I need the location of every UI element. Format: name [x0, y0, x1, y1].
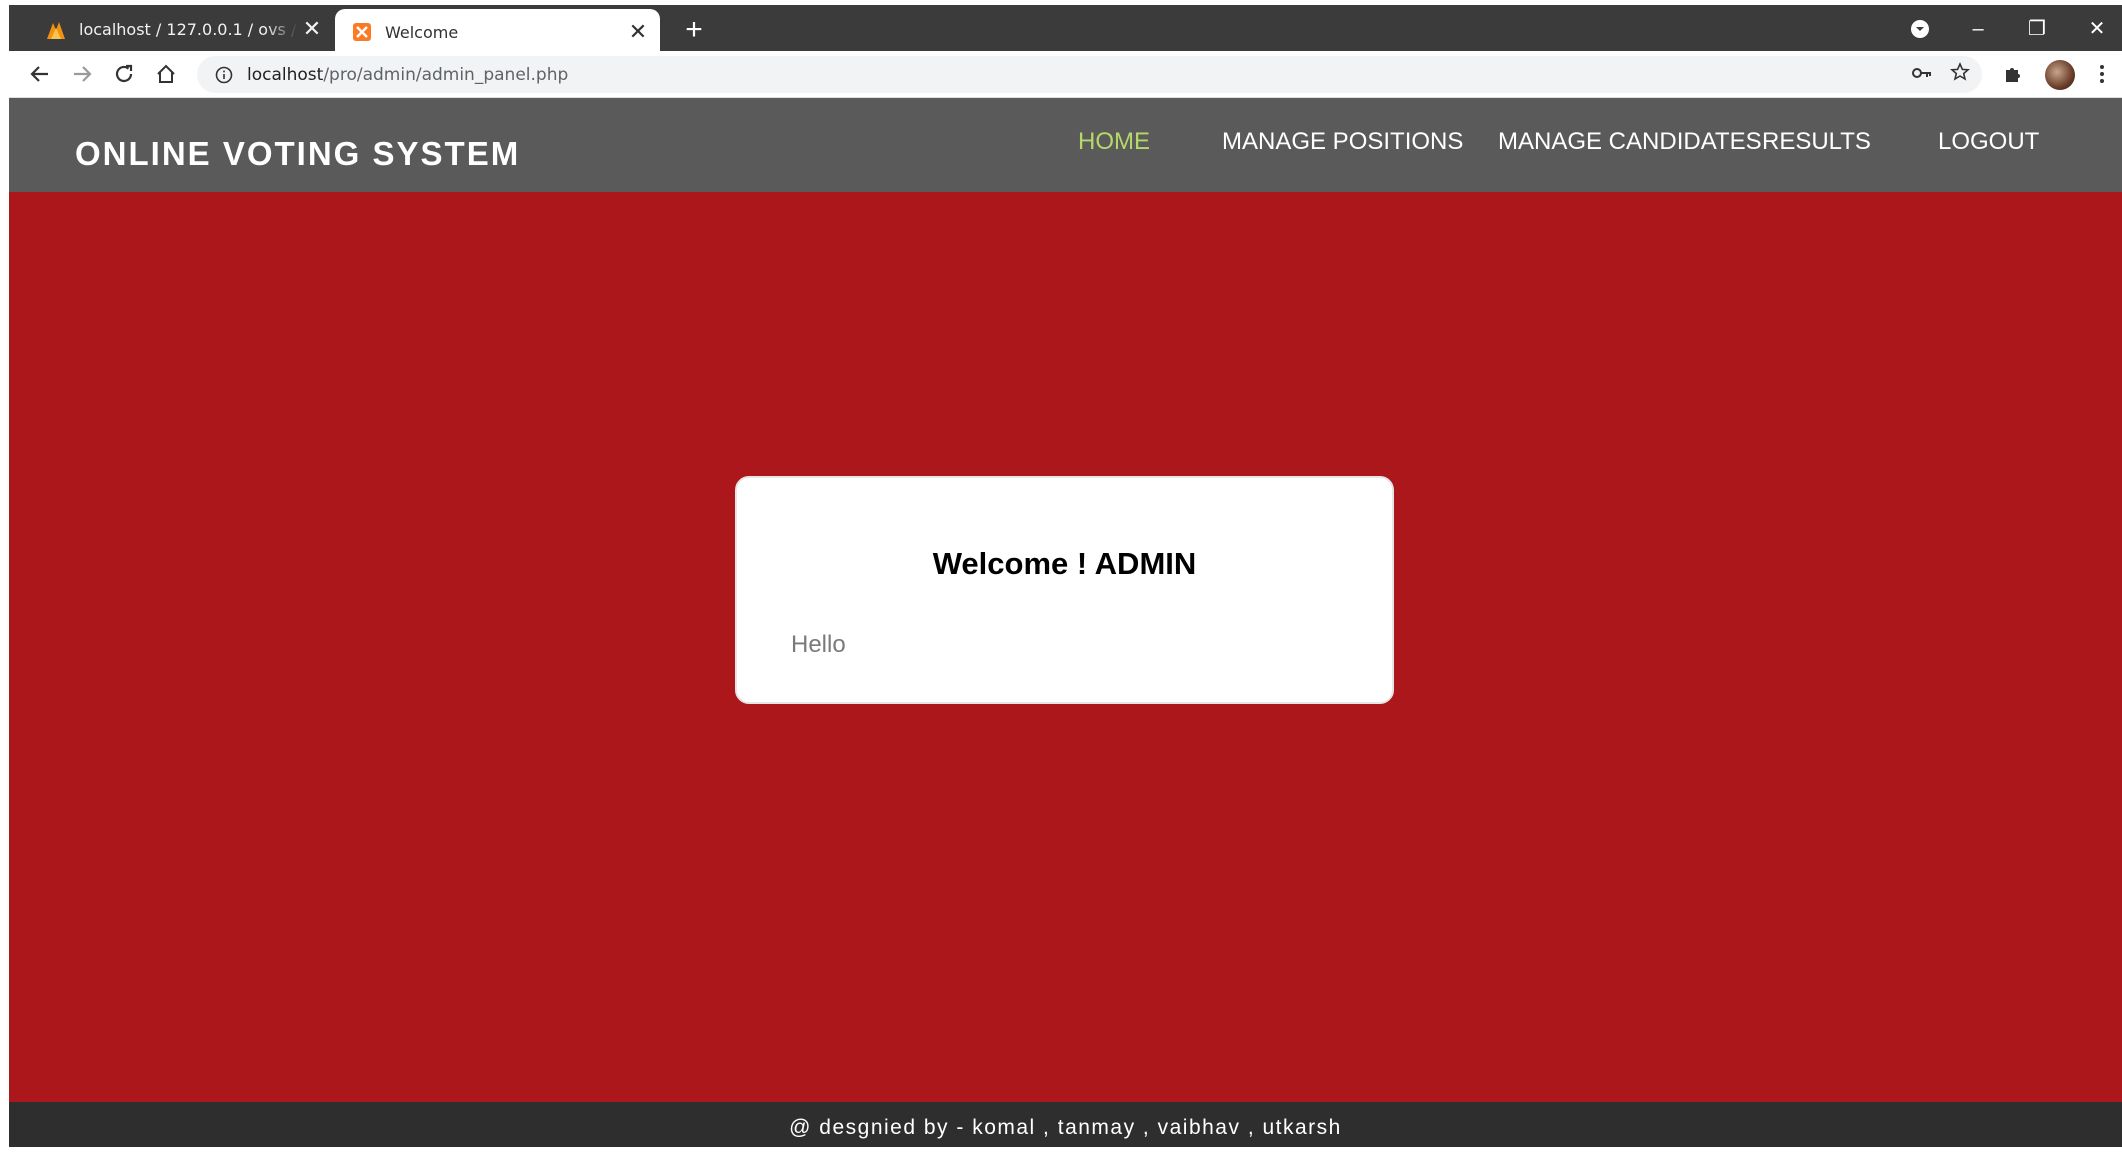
forward-icon[interactable] [65, 57, 99, 91]
site-header: ONLINE VOTING SYSTEM HOME MANAGE POSITIO… [9, 98, 2122, 192]
new-tab-button[interactable]: + [677, 13, 711, 47]
bookmark-star-icon[interactable] [1950, 62, 1970, 87]
welcome-card: Welcome ! ADMIN Hello [735, 476, 1394, 704]
nav-home[interactable]: HOME [1078, 128, 1150, 156]
tab-phpmyadmin[interactable]: localhost / 127.0.0.1 / ovs / tb_us ✕ [29, 8, 334, 51]
home-icon[interactable] [149, 57, 183, 91]
window-close-icon[interactable]: ✕ [2079, 11, 2115, 47]
address-bar[interactable]: localhost/pro/admin/admin_panel.php [197, 56, 1982, 93]
close-tab-icon[interactable]: ✕ [298, 17, 326, 42]
browser-tab-strip: localhost / 127.0.0.1 / ovs / tb_us ✕ We… [0, 0, 2122, 55]
nav-results[interactable]: RESULTS [1762, 128, 1871, 156]
key-icon[interactable] [1912, 65, 1932, 85]
restore-icon[interactable]: ❐ [2019, 11, 2055, 47]
minimize-icon[interactable]: – [1960, 11, 1996, 47]
url-path: /pro/admin/admin_panel.php [323, 64, 569, 85]
welcome-heading: Welcome ! ADMIN [932, 546, 1197, 581]
nav-manage-positions[interactable]: MANAGE POSITIONS [1222, 128, 1463, 156]
chrome-menu-icon[interactable] [2085, 57, 2119, 91]
tab-title: Welcome [385, 22, 459, 42]
nav-logout[interactable]: LOGOUT [1938, 128, 2039, 156]
tab-title: localhost / 127.0.0.1 / ovs / tb_us [79, 20, 298, 39]
reload-icon[interactable] [107, 57, 141, 91]
close-tab-icon[interactable]: ✕ [624, 20, 652, 45]
welcome-message: Hello [791, 631, 846, 658]
site-brand: ONLINE VOTING SYSTEM [75, 135, 521, 172]
web-page: ONLINE VOTING SYSTEM HOME MANAGE POSITIO… [9, 98, 2122, 1147]
main-content: Welcome ! ADMIN Hello [9, 192, 2122, 1102]
url-host: localhost [247, 64, 324, 85]
xampp-icon [351, 21, 373, 43]
extensions-puzzle-icon[interactable] [1996, 57, 2030, 91]
browser-toolbar: localhost/pro/admin/admin_panel.php [9, 51, 2122, 98]
profile-avatar[interactable] [2045, 60, 2075, 90]
phpmyadmin-icon [45, 19, 67, 41]
profile-menu-icon[interactable] [1902, 11, 1938, 47]
site-footer: @ desgnied by - komal , tanmay , vaibhav… [9, 1102, 2122, 1147]
site-info-icon[interactable] [213, 64, 235, 86]
tab-welcome[interactable]: Welcome ✕ [335, 9, 660, 55]
back-icon[interactable] [23, 57, 57, 91]
nav-manage-candidates[interactable]: MANAGE CANDIDATES [1498, 128, 1762, 156]
